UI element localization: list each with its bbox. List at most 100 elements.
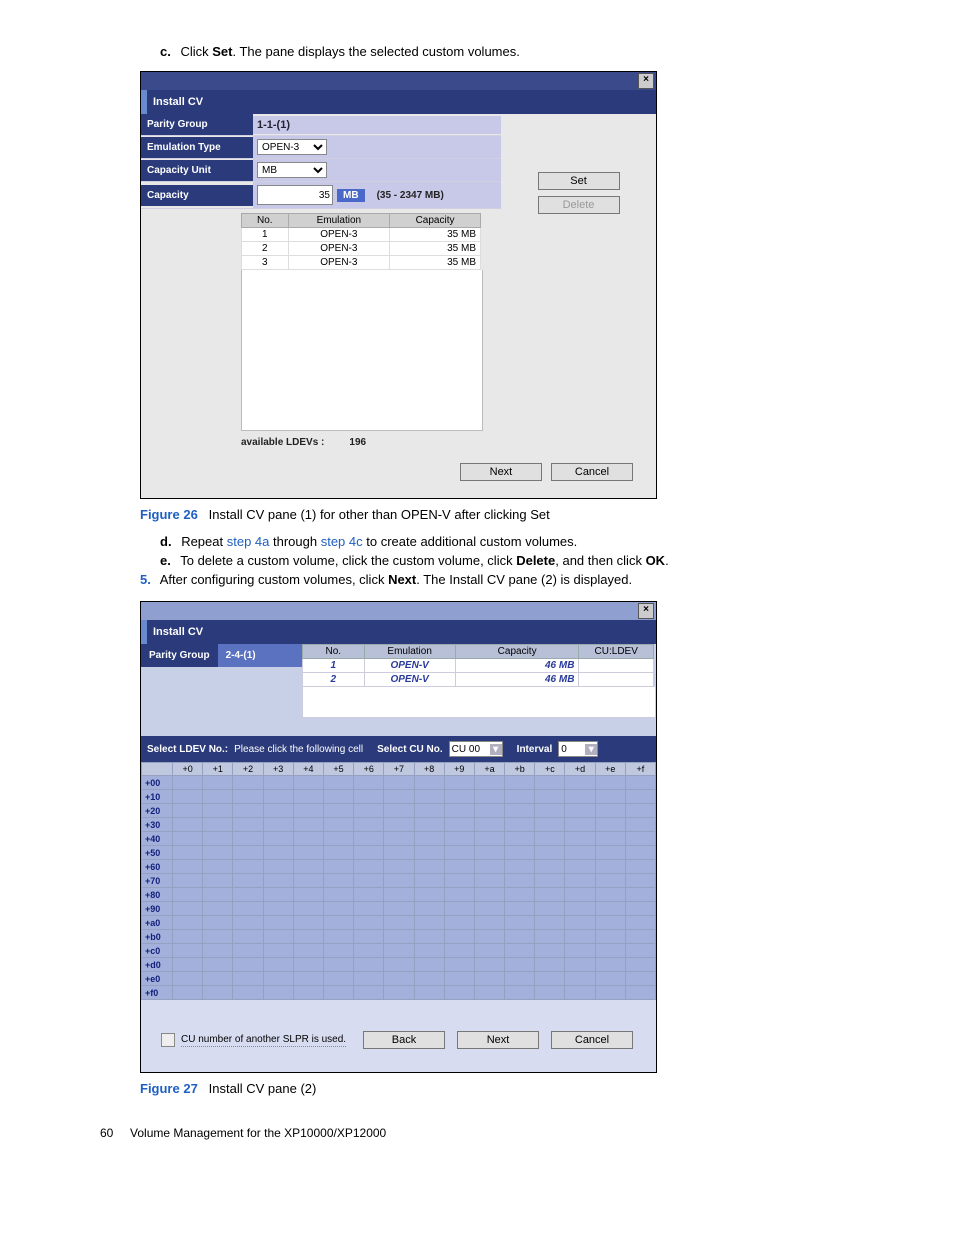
grid-cell[interactable] (293, 832, 323, 846)
grid-cell[interactable] (323, 930, 353, 944)
grid-cell[interactable] (535, 986, 565, 1000)
grid-cell[interactable] (323, 874, 353, 888)
grid-cell[interactable] (595, 874, 625, 888)
capacity-input[interactable] (257, 185, 333, 205)
grid-cell[interactable] (474, 860, 504, 874)
grid-cell[interactable] (625, 846, 655, 860)
grid-cell[interactable] (474, 944, 504, 958)
next-button[interactable]: Next (460, 463, 542, 481)
grid-cell[interactable] (203, 804, 233, 818)
grid-cell[interactable] (173, 944, 203, 958)
grid-cell[interactable] (505, 986, 535, 1000)
grid-cell[interactable] (263, 846, 293, 860)
grid-cell[interactable] (595, 888, 625, 902)
grid-cell[interactable] (173, 972, 203, 986)
grid-cell[interactable] (625, 874, 655, 888)
grid-cell[interactable] (384, 902, 414, 916)
grid-cell[interactable] (233, 846, 263, 860)
grid-cell[interactable] (323, 888, 353, 902)
grid-cell[interactable] (203, 888, 233, 902)
grid-cell[interactable] (354, 902, 384, 916)
grid-cell[interactable] (444, 846, 474, 860)
grid-cell[interactable] (203, 776, 233, 790)
grid-cell[interactable] (565, 986, 595, 1000)
grid-cell[interactable] (203, 930, 233, 944)
grid-cell[interactable] (384, 804, 414, 818)
grid-cell[interactable] (293, 916, 323, 930)
grid-cell[interactable] (233, 776, 263, 790)
grid-cell[interactable] (233, 916, 263, 930)
grid-cell[interactable] (535, 804, 565, 818)
grid-cell[interactable] (505, 972, 535, 986)
grid-cell[interactable] (233, 874, 263, 888)
grid-cell[interactable] (323, 776, 353, 790)
grid-cell[interactable] (173, 916, 203, 930)
grid-cell[interactable] (203, 860, 233, 874)
grid-cell[interactable] (384, 944, 414, 958)
grid-cell[interactable] (354, 944, 384, 958)
grid-cell[interactable] (535, 832, 565, 846)
grid-cell[interactable] (354, 916, 384, 930)
grid-cell[interactable] (384, 972, 414, 986)
grid-cell[interactable] (625, 944, 655, 958)
grid-cell[interactable] (263, 818, 293, 832)
grid-cell[interactable] (444, 902, 474, 916)
grid-cell[interactable] (444, 930, 474, 944)
grid-cell[interactable] (173, 804, 203, 818)
grid-cell[interactable] (595, 860, 625, 874)
grid-cell[interactable] (173, 790, 203, 804)
grid-cell[interactable] (173, 986, 203, 1000)
grid-cell[interactable] (414, 902, 444, 916)
grid-cell[interactable] (233, 944, 263, 958)
grid-cell[interactable] (233, 930, 263, 944)
grid-cell[interactable] (263, 944, 293, 958)
grid-cell[interactable] (263, 776, 293, 790)
grid-cell[interactable] (203, 972, 233, 986)
grid-cell[interactable] (535, 958, 565, 972)
close-icon[interactable]: × (638, 73, 654, 89)
grid-cell[interactable] (535, 944, 565, 958)
grid-cell[interactable] (293, 986, 323, 1000)
grid-cell[interactable] (414, 874, 444, 888)
grid-cell[interactable] (233, 818, 263, 832)
grid-cell[interactable] (474, 776, 504, 790)
grid-cell[interactable] (173, 930, 203, 944)
close-icon[interactable]: × (638, 603, 654, 619)
grid-cell[interactable] (535, 902, 565, 916)
grid-cell[interactable] (293, 888, 323, 902)
grid-cell[interactable] (384, 986, 414, 1000)
grid-cell[interactable] (414, 832, 444, 846)
grid-cell[interactable] (535, 888, 565, 902)
grid-cell[interactable] (595, 790, 625, 804)
interval-dropdown[interactable]: 0▾ (558, 741, 598, 757)
grid-cell[interactable] (233, 972, 263, 986)
grid-cell[interactable] (263, 832, 293, 846)
grid-cell[interactable] (595, 944, 625, 958)
back-button[interactable]: Back (363, 1031, 445, 1049)
grid-cell[interactable] (173, 832, 203, 846)
grid-cell[interactable] (535, 930, 565, 944)
grid-cell[interactable] (535, 874, 565, 888)
grid-cell[interactable] (595, 846, 625, 860)
slpr-checkbox[interactable] (161, 1033, 175, 1047)
grid-cell[interactable] (414, 888, 444, 902)
grid-cell[interactable] (595, 902, 625, 916)
grid-cell[interactable] (595, 930, 625, 944)
grid-cell[interactable] (505, 874, 535, 888)
grid-cell[interactable] (293, 846, 323, 860)
grid-cell[interactable] (565, 972, 595, 986)
delete-button[interactable]: Delete (538, 196, 620, 214)
grid-cell[interactable] (384, 916, 414, 930)
grid-cell[interactable] (414, 860, 444, 874)
grid-cell[interactable] (384, 888, 414, 902)
grid-cell[interactable] (263, 790, 293, 804)
grid-cell[interactable] (444, 972, 474, 986)
grid-cell[interactable] (474, 832, 504, 846)
grid-cell[interactable] (625, 930, 655, 944)
grid-cell[interactable] (323, 902, 353, 916)
grid-cell[interactable] (444, 874, 474, 888)
grid-cell[interactable] (233, 902, 263, 916)
grid-cell[interactable] (233, 804, 263, 818)
grid-cell[interactable] (384, 818, 414, 832)
grid-cell[interactable] (293, 818, 323, 832)
